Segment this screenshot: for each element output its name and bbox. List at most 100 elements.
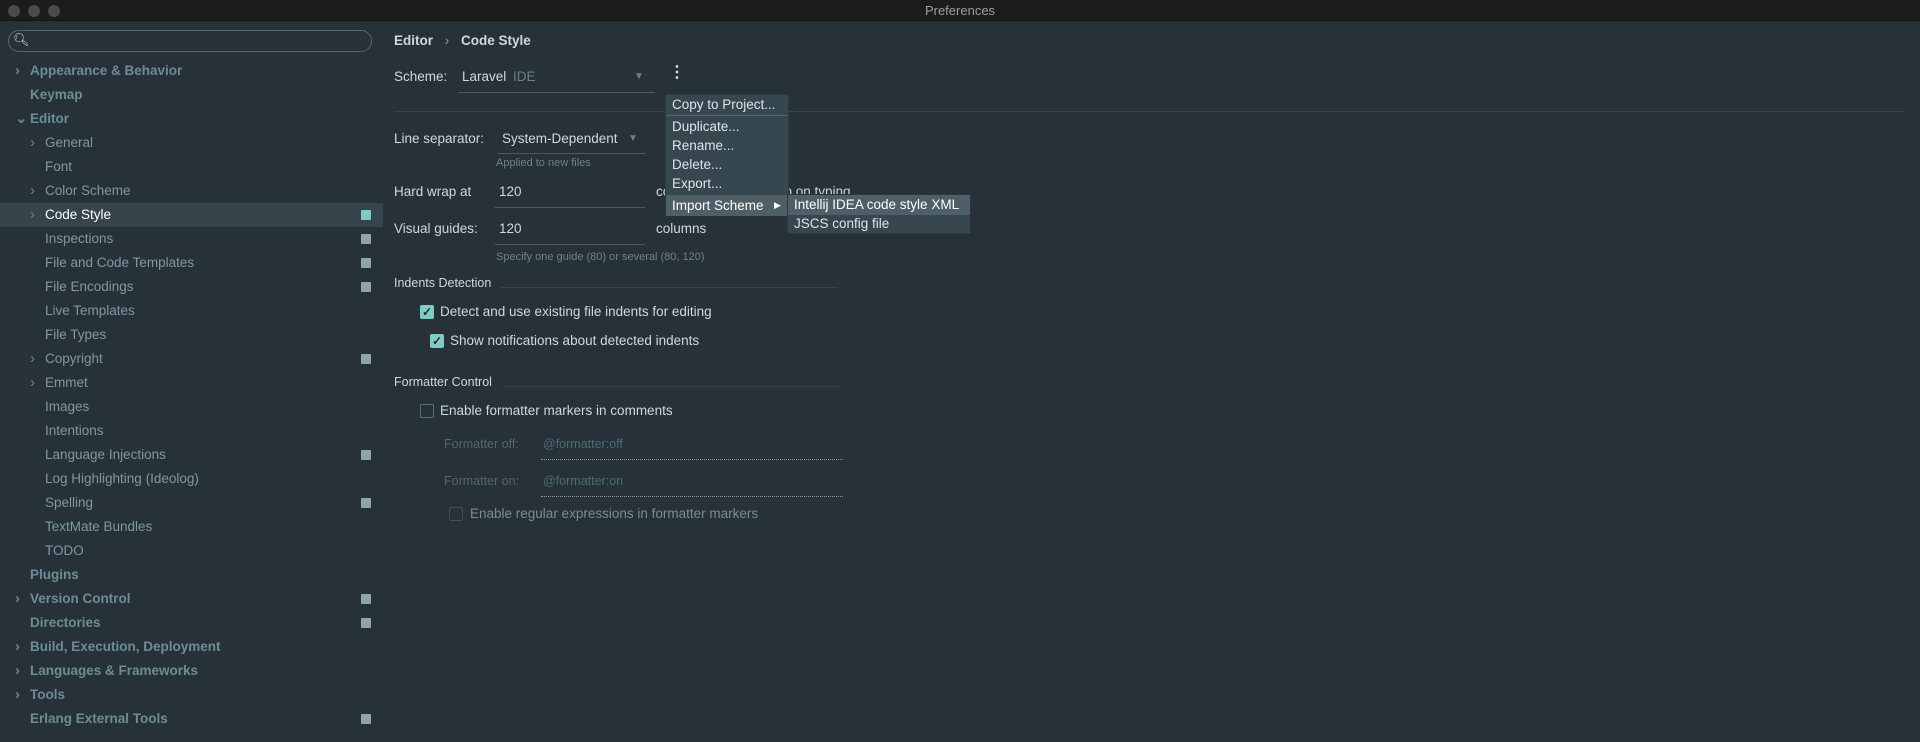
sidebar-item-label: Code Style — [45, 207, 112, 222]
sidebar-item-label: Keymap — [30, 87, 83, 102]
sidebar-item[interactable]: Keymap — [0, 83, 383, 107]
breadcrumb-current: Code Style — [461, 33, 531, 48]
sidebar-item[interactable]: Language Injections — [0, 443, 383, 467]
project-scope-icon — [361, 594, 371, 604]
submenu-item-jscs-config[interactable]: JSCS config file — [788, 214, 970, 233]
menu-item-delete[interactable]: Delete... — [666, 155, 788, 174]
chevron-right-icon[interactable]: › — [15, 59, 20, 83]
sidebar-item[interactable]: Log Highlighting (Ideolog) — [0, 467, 383, 491]
enable-regex-checkbox[interactable] — [449, 507, 463, 521]
sidebar-item[interactable]: › Color Scheme — [0, 179, 383, 203]
sidebar-item[interactable]: › Code Style — [0, 203, 383, 227]
chevron-right-icon[interactable]: › — [15, 587, 20, 611]
visual-guides-input[interactable]: 120 — [495, 213, 645, 245]
formatter-on-input[interactable]: @formatter:on — [541, 467, 843, 497]
chevron-right-icon[interactable]: › — [30, 179, 35, 203]
menu-item-duplicate[interactable]: Duplicate... — [666, 117, 788, 136]
sidebar-item[interactable]: Erlang External Tools — [0, 707, 383, 731]
enable-formatter-markers-label: Enable formatter markers in comments — [440, 403, 673, 418]
detect-indents-checkbox[interactable]: ✓ — [420, 305, 434, 319]
show-notifications-checkbox[interactable]: ✓ — [430, 334, 444, 348]
enable-formatter-markers-checkbox[interactable] — [420, 404, 434, 418]
sidebar-item-label: Editor — [30, 111, 69, 126]
menu-item-copy-to-project[interactable]: Copy to Project... — [666, 95, 788, 114]
menu-item-export[interactable]: Export... — [666, 174, 788, 193]
sidebar-item[interactable]: TextMate Bundles — [0, 515, 383, 539]
sidebar-item-label: Copyright — [45, 351, 103, 366]
chevron-down-icon: ▼ — [634, 71, 644, 82]
project-scope-icon — [361, 210, 371, 220]
project-scope-icon — [361, 450, 371, 460]
sidebar-item[interactable]: File Types — [0, 323, 383, 347]
detect-indents-label: Detect and use existing file indents for… — [440, 304, 712, 319]
sidebar-item-label: Language Injections — [45, 447, 166, 462]
sidebar-item-label: Live Templates — [45, 303, 135, 318]
menu-item-rename[interactable]: Rename... — [666, 136, 788, 155]
sidebar-item[interactable]: › Emmet — [0, 371, 383, 395]
chevron-down-icon: ▼ — [628, 133, 638, 144]
sidebar-item[interactable]: Live Templates — [0, 299, 383, 323]
formatter-control-title: Formatter Control — [394, 375, 492, 389]
sidebar-item-label: TODO — [45, 543, 84, 558]
chevron-right-icon[interactable]: › — [30, 371, 35, 395]
visual-guides-value: 120 — [499, 221, 522, 236]
line-separator-value: System-Dependent — [502, 131, 618, 146]
formatter-off-input[interactable]: @formatter:off — [541, 430, 843, 460]
scheme-dropdown[interactable]: Laravel IDE ▼ — [458, 63, 655, 93]
hard-wrap-value: 120 — [499, 184, 522, 199]
sidebar-item[interactable]: › Copyright — [0, 347, 383, 371]
sidebar-item[interactable]: › Tools — [0, 683, 383, 707]
sidebar-item-label: File Types — [45, 327, 107, 342]
project-scope-icon — [361, 618, 371, 628]
sidebar-item[interactable]: Intentions — [0, 419, 383, 443]
breadcrumb-parent[interactable]: Editor — [394, 33, 433, 48]
sidebar-item[interactable]: Inspections — [0, 227, 383, 251]
sidebar-item-label: Erlang External Tools — [30, 711, 168, 726]
sidebar-item[interactable]: Spelling — [0, 491, 383, 515]
chevron-right-icon[interactable]: › — [15, 659, 20, 683]
menu-separator — [666, 115, 788, 116]
project-scope-icon — [361, 498, 371, 508]
line-separator-dropdown[interactable]: System-Dependent ▼ — [498, 126, 646, 154]
sidebar-item[interactable]: Images — [0, 395, 383, 419]
enable-regex-label: Enable regular expressions in formatter … — [470, 506, 759, 521]
sidebar-item[interactable]: › Appearance & Behavior — [0, 59, 383, 83]
sidebar-item-label: Intentions — [45, 423, 104, 438]
more-options-icon[interactable]: ⋮ — [669, 62, 685, 82]
submenu-arrow-icon: ▶ — [774, 200, 781, 210]
sidebar-item[interactable]: ⌄ Editor — [0, 107, 383, 131]
formatter-off-label: Formatter off: — [444, 437, 519, 451]
submenu-item-intellij-xml[interactable]: Intellij IDEA code style XML — [788, 195, 970, 215]
chevron-right-icon[interactable]: › — [15, 635, 20, 659]
sidebar-item[interactable]: File and Code Templates — [0, 251, 383, 275]
project-scope-icon — [361, 234, 371, 244]
sidebar-item-label: Appearance & Behavior — [30, 63, 183, 78]
chevron-right-icon[interactable]: › — [30, 203, 35, 227]
settings-search-input[interactable]: 🔍︎ — [8, 30, 372, 52]
separator — [502, 386, 838, 387]
sidebar-item[interactable]: Font — [0, 155, 383, 179]
chevron-down-icon[interactable]: ⌄ — [15, 107, 28, 131]
sidebar-item[interactable]: Plugins — [0, 563, 383, 587]
sidebar-item[interactable]: Directories — [0, 611, 383, 635]
chevron-right-icon[interactable]: › — [30, 131, 35, 155]
sidebar-item-label: Color Scheme — [45, 183, 131, 198]
breadcrumb-separator: › — [444, 33, 450, 48]
menu-item-import-scheme[interactable]: Import Scheme ▶ — [666, 195, 788, 216]
chevron-right-icon[interactable]: › — [30, 347, 35, 371]
sidebar-item[interactable]: TODO — [0, 539, 383, 563]
chevron-right-icon[interactable]: › — [15, 683, 20, 707]
sidebar-item[interactable]: › Build, Execution, Deployment — [0, 635, 383, 659]
breadcrumb: Editor › Code Style — [394, 33, 531, 48]
sidebar-item[interactable]: › Languages & Frameworks — [0, 659, 383, 683]
project-scope-icon — [361, 354, 371, 364]
sidebar-item[interactable]: › General — [0, 131, 383, 155]
window-title: Preferences — [924, 3, 996, 18]
sidebar-item-label: TextMate Bundles — [45, 519, 153, 534]
search-icon: 🔍︎ — [13, 32, 30, 47]
sidebar-item-label: File Encodings — [45, 279, 134, 294]
sidebar-item[interactable]: › Version Control — [0, 587, 383, 611]
project-scope-icon — [361, 714, 371, 724]
sidebar-item[interactable]: File Encodings — [0, 275, 383, 299]
hard-wrap-input[interactable]: 120 — [495, 176, 645, 208]
